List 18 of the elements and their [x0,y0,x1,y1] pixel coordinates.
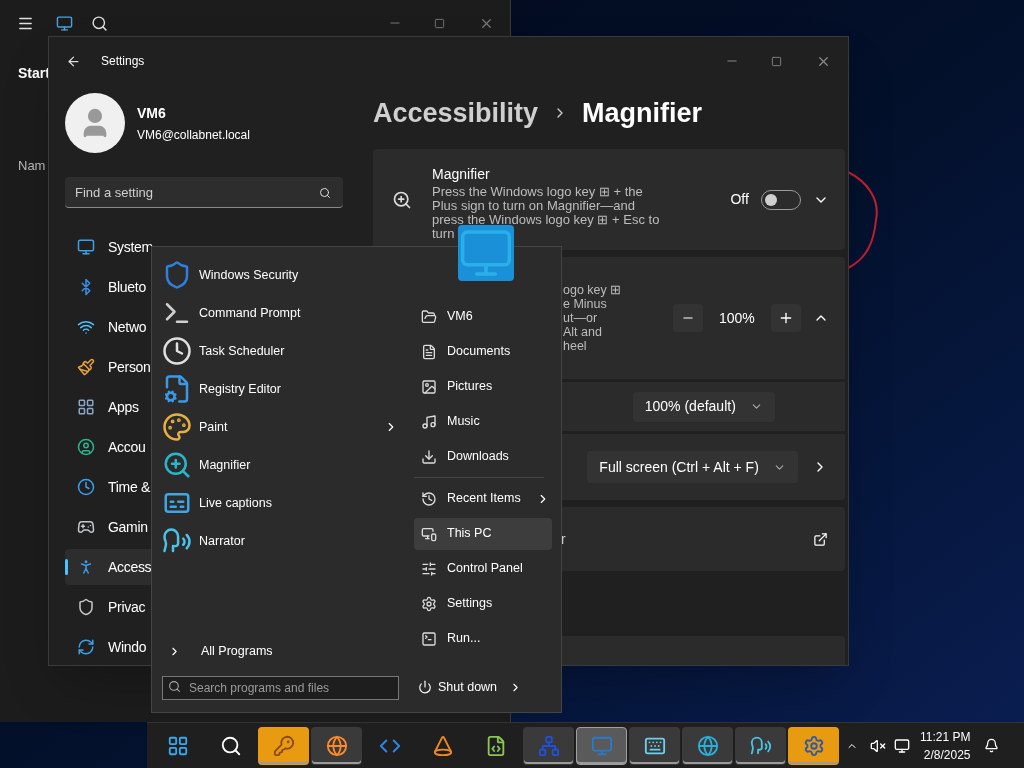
zoom-level: 100% [719,308,755,328]
user-email: VM6@collabnet.local [137,126,250,144]
setting-description: heel [563,339,588,353]
column-heading: Nam [18,157,46,175]
user-name: VM6 [137,103,167,123]
clock-time: 11:21 PM [920,728,971,746]
setting-title: r [561,529,566,549]
setting-description: e Minus [563,297,608,311]
setting-description: Press the Windows logo key ⊞ + the Plus sign to turn on Magnifier—and press the Windows logo key ⊞ + Esc to turn [432,185,661,241]
window-title: Settings [101,53,145,70]
setting-description: Alt and [563,325,603,339]
setting-title: Magnifier [432,165,491,184]
setting-description: ut—or [563,311,599,325]
setting-description: ogo key ⊞ [563,283,623,297]
nav-heading: Start [17,64,51,83]
toggle-label: Off [730,190,749,209]
page-title: Magnifier [582,96,703,130]
clock-date: 2/8/2025 [923,746,971,764]
